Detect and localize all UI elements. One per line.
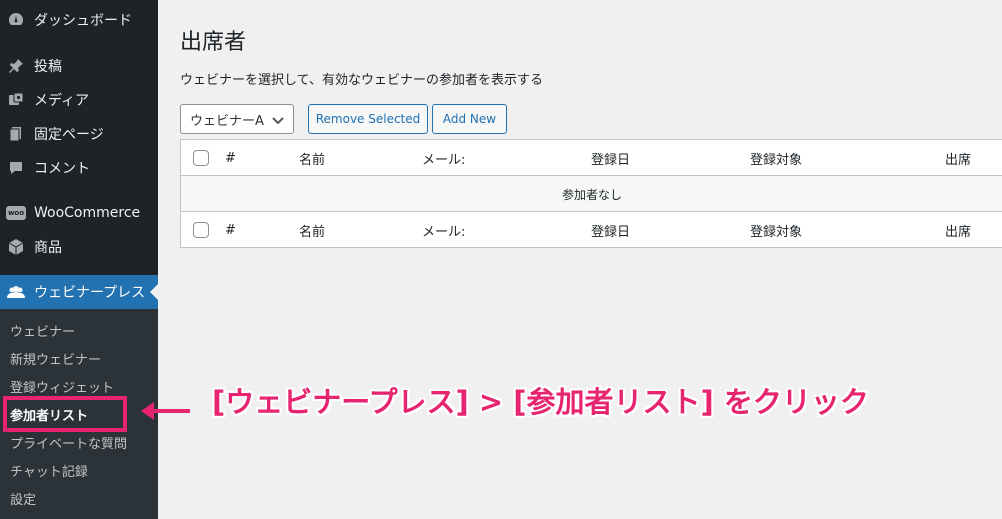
sidebar-item-label: 投稿 — [34, 59, 62, 75]
sidebar-item-media[interactable]: メディア — [0, 83, 158, 117]
sidebar-item-webinarpress[interactable]: ウェビナープレス — [0, 275, 158, 309]
sidebar-item-label: ダッシュボード — [34, 13, 132, 29]
sidebar-item-label: コメント — [34, 161, 90, 177]
select-all-checkbox[interactable] — [193, 150, 209, 166]
sidebar-item-label: 商品 — [34, 240, 62, 256]
column-header-attended[interactable]: 出席 — [945, 140, 971, 176]
woocommerce-icon: woo — [6, 203, 26, 223]
page-icon — [6, 124, 26, 144]
column-header-number: # — [225, 150, 236, 166]
active-indicator — [150, 284, 158, 300]
attendees-table: # 名前 メール: 登録日 登録対象 出席 参加者なし # 名前 メール: 登録… — [180, 139, 1002, 248]
woocommerce-logo-text: woo — [6, 206, 26, 220]
add-new-button[interactable]: Add New — [432, 104, 507, 134]
media-icon — [6, 90, 26, 110]
select-all-checkbox-footer[interactable] — [193, 222, 209, 238]
column-footer-registered-date[interactable]: 登録日 — [591, 212, 630, 248]
dashboard-icon — [6, 10, 26, 30]
column-footer-registered-for[interactable]: 登録対象 — [750, 212, 802, 248]
webinar-select[interactable]: ウェビナーA — [180, 104, 294, 134]
sidebar-item-label: 固定ページ — [34, 127, 104, 143]
sidebar-item-dashboard[interactable]: ダッシュボード — [0, 3, 158, 37]
webinar-select-value: ウェビナーA — [190, 113, 264, 129]
remove-selected-button[interactable]: Remove Selected — [308, 104, 428, 134]
users-icon — [6, 282, 26, 302]
sidebar-item-label: ウェビナープレス — [34, 285, 146, 301]
box-icon — [6, 237, 26, 257]
admin-sidebar: ダッシュボード 投稿 メディア 固定ページ コメント woo WooCommer… — [0, 0, 158, 519]
submenu-item-webinars[interactable]: ウェビナー — [10, 321, 75, 340]
sidebar-item-label: WooCommerce — [34, 205, 141, 221]
sidebar-item-pages[interactable]: 固定ページ — [0, 117, 158, 151]
column-footer-email[interactable]: メール: — [422, 212, 465, 248]
annotation-arrow-icon — [141, 402, 190, 420]
submenu-item-private-questions[interactable]: プライベートな質問 — [10, 433, 127, 452]
sidebar-item-comments[interactable]: コメント — [0, 151, 158, 185]
annotation-instruction-text: [ウェビナープレス] > [参加者リスト] をクリック — [212, 385, 869, 419]
sidebar-item-label: メディア — [34, 93, 90, 109]
column-footer-name[interactable]: 名前 — [299, 212, 325, 248]
chevron-down-icon — [272, 114, 284, 129]
submenu-item-settings[interactable]: 設定 — [10, 489, 36, 508]
column-footer-number: # — [225, 222, 236, 238]
submenu-item-new-webinar[interactable]: 新規ウェビナー — [10, 349, 101, 368]
sidebar-item-products[interactable]: 商品 — [0, 230, 158, 264]
empty-message: 参加者なし — [561, 187, 622, 202]
column-header-name[interactable]: 名前 — [299, 140, 325, 176]
page-title: 出席者 — [180, 30, 247, 55]
comment-icon — [6, 158, 26, 178]
table-empty-row: 参加者なし — [181, 176, 1002, 212]
sidebar-item-woocommerce[interactable]: woo WooCommerce — [0, 196, 158, 230]
annotation-highlight-box — [3, 396, 127, 432]
submenu-item-chat-log[interactable]: チャット記録 — [10, 461, 88, 480]
pin-icon — [6, 56, 26, 76]
table-header-row: # 名前 メール: 登録日 登録対象 出席 — [181, 140, 1002, 176]
column-header-registered-date[interactable]: 登録日 — [591, 140, 630, 176]
sidebar-item-posts[interactable]: 投稿 — [0, 49, 158, 83]
page-description: ウェビナーを選択して、有効なウェビナーの参加者を表示する — [180, 73, 543, 88]
column-footer-attended[interactable]: 出席 — [945, 212, 971, 248]
table-footer-row: # 名前 メール: 登録日 登録対象 出席 — [181, 212, 1002, 248]
submenu-item-registration-widget[interactable]: 登録ウィジェット — [10, 377, 114, 396]
column-header-registered-for[interactable]: 登録対象 — [750, 140, 802, 176]
column-header-email[interactable]: メール: — [422, 140, 465, 176]
